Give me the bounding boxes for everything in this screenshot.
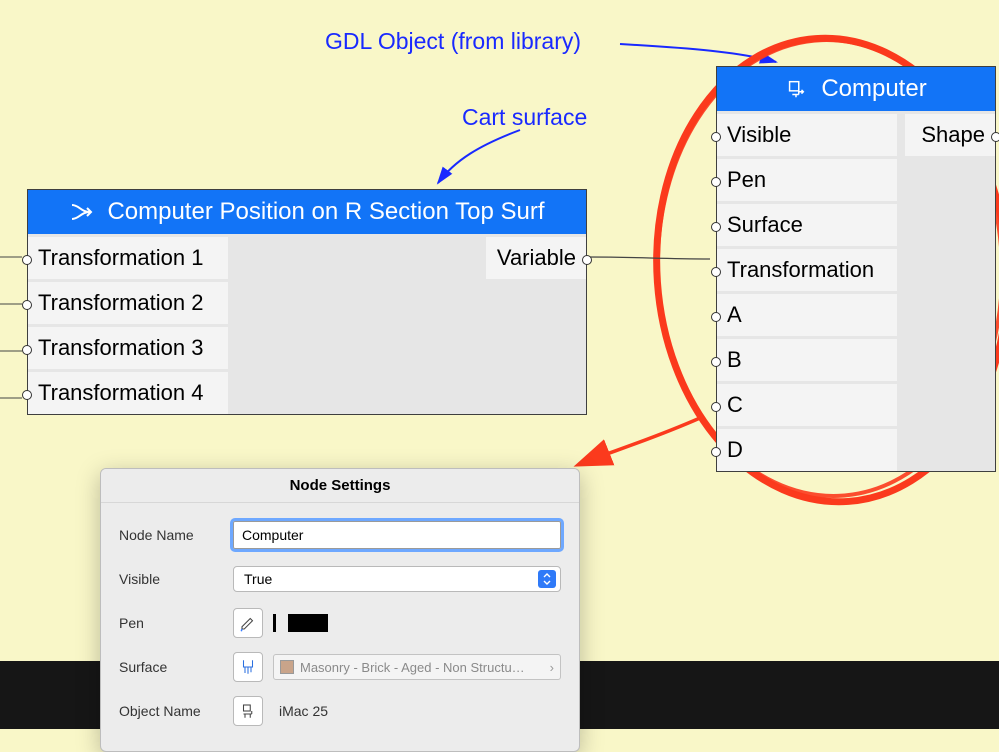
node-position-title: Computer Position on R Section Top Surf (107, 198, 544, 226)
port-in-c[interactable] (711, 402, 721, 412)
merge-icon (69, 200, 93, 224)
label-transformation-3: Transformation 3 (28, 327, 228, 369)
object-icon (785, 78, 807, 100)
node-computer-header[interactable]: Computer (717, 67, 995, 111)
label-transformation-4: Transformation 4 (28, 372, 228, 414)
surface-swatch (280, 660, 294, 674)
label-d: D (717, 429, 897, 471)
updown-icon (538, 570, 556, 588)
object-name-value: iMac 25 (273, 703, 561, 719)
object-picker-button[interactable] (233, 696, 263, 726)
port-in-b[interactable] (711, 357, 721, 367)
row-visible: Visible True (119, 557, 561, 601)
port-out-variable[interactable] (582, 255, 592, 265)
label-pen-field: Pen (119, 615, 219, 631)
node-settings-dialog[interactable]: Node Settings Node Name Visible True Pen (100, 468, 580, 752)
pen-picker-button[interactable] (233, 608, 263, 638)
label-visible-field: Visible (119, 571, 219, 587)
annotation-cart: Cart surface (462, 104, 587, 131)
brush-icon (239, 658, 257, 676)
node-position-header[interactable]: Computer Position on R Section Top Surf (28, 190, 586, 234)
chair-icon (239, 702, 257, 720)
pen-swatch[interactable] (288, 614, 328, 632)
label-visible: Visible (717, 114, 897, 156)
label-c: C (717, 384, 897, 426)
label-transformation-2: Transformation 2 (28, 282, 228, 324)
port-out-shape[interactable] (991, 132, 999, 142)
chevron-right-icon: › (550, 660, 554, 675)
port-in-transformation[interactable] (711, 267, 721, 277)
port-in-transformation-2[interactable] (22, 300, 32, 310)
select-visible-value: True (244, 571, 272, 587)
node-position[interactable]: Computer Position on R Section Top Surf … (27, 189, 587, 415)
label-pen: Pen (717, 159, 897, 201)
select-visible[interactable]: True (233, 566, 561, 592)
node-computer[interactable]: Computer Visible Shape Pen Surface Trans… (716, 66, 996, 472)
label-a: A (717, 294, 897, 336)
port-in-a[interactable] (711, 312, 721, 322)
surface-picker-button[interactable] (233, 652, 263, 682)
surface-text: Masonry - Brick - Aged - Non Structu… (300, 660, 525, 675)
label-transformation: Transformation (717, 249, 897, 291)
port-in-pen[interactable] (711, 177, 721, 187)
row-surface: Surface Masonry - Brick - Aged - Non Str… (119, 645, 561, 689)
label-transformation-1: Transformation 1 (28, 237, 228, 279)
port-in-transformation-3[interactable] (22, 345, 32, 355)
input-node-name[interactable] (233, 521, 561, 549)
node-computer-title: Computer (821, 75, 926, 103)
label-object-name: Object Name (119, 703, 219, 719)
label-surface: Surface (717, 204, 897, 246)
row-node-name: Node Name (119, 513, 561, 557)
label-shape: Shape (905, 114, 995, 156)
port-in-surface[interactable] (711, 222, 721, 232)
port-in-d[interactable] (711, 447, 721, 457)
label-surface-field: Surface (119, 659, 219, 675)
port-in-transformation-1[interactable] (22, 255, 32, 265)
label-variable: Variable (486, 237, 586, 279)
pen-weight-bar (273, 614, 276, 632)
surface-value[interactable]: Masonry - Brick - Aged - Non Structu… › (273, 654, 561, 680)
label-b: B (717, 339, 897, 381)
annotation-gdl: GDL Object (from library) (325, 28, 581, 55)
label-node-name: Node Name (119, 527, 219, 543)
row-pen: Pen (119, 601, 561, 645)
port-in-visible[interactable] (711, 132, 721, 142)
port-in-transformation-4[interactable] (22, 390, 32, 400)
dialog-title: Node Settings (101, 469, 579, 503)
pen-icon (239, 614, 257, 632)
row-object-name: Object Name iMac 25 (119, 689, 561, 733)
